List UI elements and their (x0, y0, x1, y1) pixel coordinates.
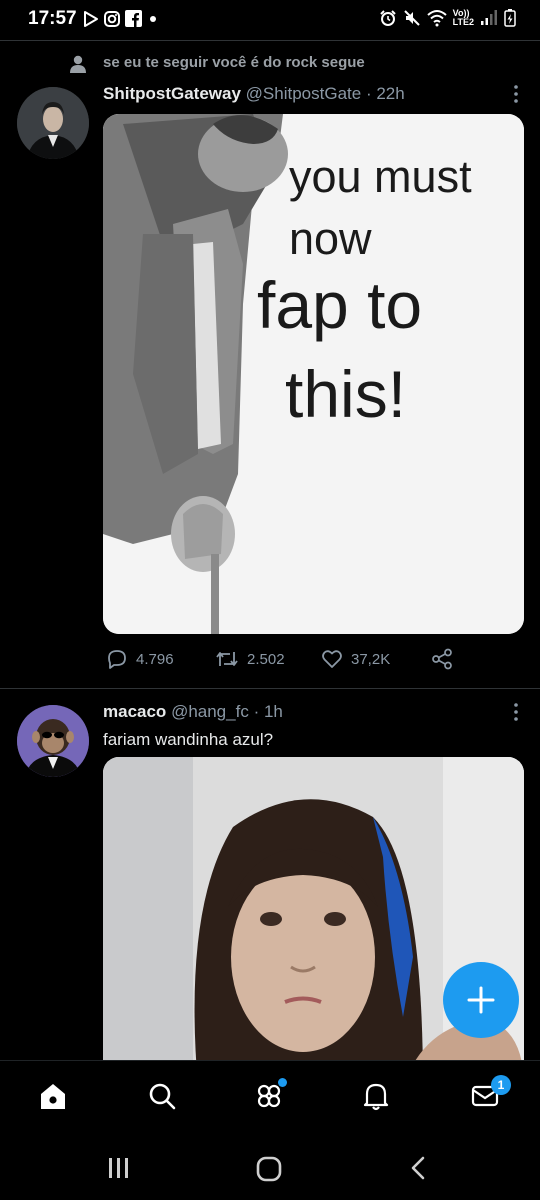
recent-apps-icon[interactable] (108, 1156, 130, 1180)
play-store-icon (84, 11, 98, 27)
instagram-icon (104, 11, 120, 27)
status-divider (0, 40, 540, 41)
timestamp: · 22h (365, 84, 405, 103)
tweet-media-image[interactable]: you must now fap to this! (103, 114, 524, 634)
tweet-header: ShitpostGateway @ShitpostGate · 22h (103, 84, 405, 104)
facebook-icon (125, 10, 142, 27)
home-icon[interactable] (36, 1079, 70, 1113)
compose-tweet-button[interactable] (443, 962, 519, 1038)
avatar[interactable] (17, 87, 89, 159)
share-icon (432, 648, 452, 670)
notification-dot-icon (150, 16, 156, 22)
avatar[interactable] (17, 705, 89, 777)
tweet-text: fariam wandinha azul? (103, 730, 274, 749)
tweet-actions: 4.796 2.502 37,2K (103, 648, 523, 674)
meme-line-2: now (289, 213, 372, 264)
alarm-icon (379, 10, 396, 26)
person-icon (70, 55, 86, 73)
tweet-divider (0, 688, 540, 689)
messages-badge: 1 (491, 1075, 511, 1095)
like-button[interactable]: 37,2K (321, 648, 390, 670)
bottom-nav: 1 (0, 1060, 540, 1139)
heart-icon (322, 650, 342, 668)
more-options-icon[interactable] (514, 85, 518, 103)
lte-label: LTE2 (452, 17, 474, 27)
display-name[interactable]: ShitpostGateway (103, 84, 241, 103)
battery-icon (504, 9, 516, 27)
wifi-icon (426, 10, 447, 27)
network-label: Vo)) LTE2 (453, 9, 474, 27)
tweet-header: macaco @hang_fc · 1h (103, 702, 283, 722)
more-options-icon[interactable] (514, 703, 518, 721)
social-context: se eu te seguir você é do rock segue (103, 54, 365, 71)
retweet-count: 2.502 (247, 650, 285, 668)
handle[interactable]: @ShitpostGate (246, 84, 362, 103)
handle[interactable]: @hang_fc (171, 702, 249, 721)
status-bar: 17:57 Vo)) LTE2 (0, 0, 540, 40)
timestamp: · 1h (253, 702, 283, 721)
notifications-icon[interactable] (359, 1079, 393, 1113)
reply-icon (108, 650, 126, 669)
communities-badge (278, 1078, 287, 1087)
status-right-icons: Vo)) LTE2 (379, 9, 516, 27)
meme-line-3: fap to (257, 268, 422, 342)
like-count: 37,2K (351, 650, 391, 668)
signal-icon (481, 10, 497, 25)
share-button[interactable] (431, 648, 453, 670)
meme-line-1: you must (289, 151, 472, 202)
retweet-button[interactable]: 2.502 (215, 648, 285, 670)
meme-line-4: this! (285, 357, 406, 431)
retweet-icon (216, 652, 238, 666)
mute-icon (403, 10, 420, 26)
search-icon[interactable] (145, 1079, 179, 1113)
back-icon[interactable] (410, 1156, 426, 1180)
plus-icon (467, 986, 495, 1014)
status-time: 17:57 (28, 8, 77, 29)
home-button-icon[interactable] (256, 1156, 282, 1182)
reply-count: 4.796 (136, 650, 174, 668)
display-name[interactable]: macaco (103, 702, 166, 721)
system-navigation-bar (0, 1138, 540, 1200)
reply-button[interactable]: 4.796 (106, 648, 174, 670)
